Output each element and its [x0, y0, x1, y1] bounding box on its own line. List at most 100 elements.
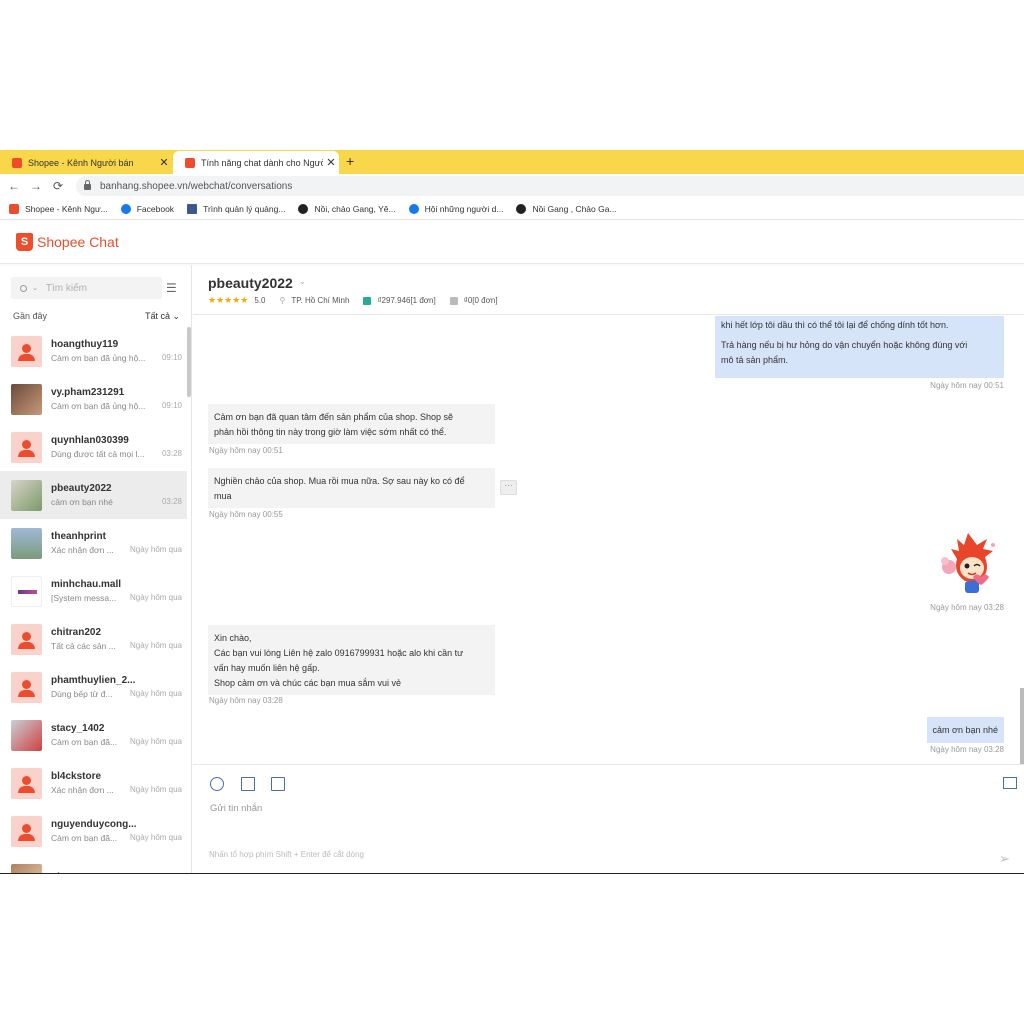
chevron-down-icon[interactable]: ⌄: [299, 277, 306, 286]
app-title: Shopee Chat: [37, 233, 119, 250]
conversation-item[interactable]: quynhlan030399 Dùng được tất cả mọi l... 0…: [0, 423, 187, 471]
avatar: [11, 671, 42, 703]
recent-label: Gần đây: [13, 311, 48, 321]
new-tab-button[interactable]: +: [346, 153, 354, 169]
bookmark-hoi-nhung-nguoi[interactable]: Hội những người d...: [408, 203, 503, 214]
conversation-time: Ngày hôm qua: [129, 833, 182, 842]
location-pin-icon: ⚲: [279, 296, 286, 305]
conversation-item[interactable]: stacy_1402 Cảm ơn bạn đã... Ngày hôm qua: [0, 711, 187, 759]
message-bubble-outgoing: cảm ơn bạn nhé: [926, 717, 1004, 743]
close-tab-icon[interactable]: ✕: [156, 156, 172, 169]
filter-list-icon[interactable]: ☰: [166, 281, 177, 295]
emoji-icon[interactable]: [210, 777, 224, 791]
browser-window: Shopee - Kênh Người bán ✕ Tính năng chat…: [0, 150, 1024, 874]
buyer-meta: ★★★★★ 5.0 ⚲ TP. Hồ Chí Minh ₫297.946[1 đ…: [208, 295, 498, 306]
avatar: [11, 863, 42, 873]
address-bar: ← → ⟳ banhang.shopee.vn/webchat/conversa…: [0, 174, 1024, 198]
bookmark-ads-manager[interactable]: Trình quản lý quảng...: [187, 203, 286, 214]
conversation-name: vy.pham231291: [51, 387, 125, 398]
sticker-image: [941, 533, 995, 593]
message-composer: Gửi tin nhắn Nhấn tổ hợp phím Shift + En…: [193, 764, 1024, 873]
avatar: [11, 335, 42, 367]
conversation-preview: Cảm ơn bạn đã ủng hộ...: [51, 353, 146, 363]
avatar: [11, 383, 42, 415]
conversation-preview: [System messa...: [51, 593, 117, 603]
conversation-preview: Dùng bếp từ đ...: [51, 689, 113, 699]
conversation-name: quynhlan030399: [51, 435, 129, 446]
avatar: [11, 623, 42, 655]
message-time: Ngày hôm nay 03:28: [930, 603, 1004, 612]
conversation-time: 03:28: [161, 497, 182, 506]
conversation-item[interactable]: theanhprint Xác nhận đơn ... Ngày hôm qua: [0, 519, 187, 567]
chat-username[interactable]: pbeauty2022: [208, 275, 293, 291]
message-list: khi hết lớp tôi dầu thì có thể tôi lại đ…: [193, 316, 1024, 764]
shopee-favicon-icon: [12, 157, 22, 168]
conversation-time: Ngày hôm qua: [129, 737, 182, 746]
conversation-name: stacy_1402: [51, 723, 105, 734]
url-input[interactable]: banhang.shopee.vn/webchat/conversations: [76, 176, 1024, 196]
conversation-item-active[interactable]: pbeauty2022 cảm ơn bạn nhé 03:28: [0, 471, 187, 519]
conversation-item[interactable]: phancuong256: [0, 855, 187, 873]
conversation-item[interactable]: nguyenduycong... Cảm ơn bạn đã... Ngày hôm…: [0, 807, 187, 855]
tab-shopee-seller[interactable]: Shopee - Kênh Người bán ✕: [0, 151, 172, 174]
conversation-time: 09:10: [161, 401, 182, 410]
conversation-preview: Tất cả các sản ...: [51, 641, 116, 651]
tab-chat-feature[interactable]: Tính năng chat dành cho Người bán ✕: [173, 151, 339, 174]
back-button[interactable]: ←: [3, 179, 25, 193]
buyer-location: TP. Hồ Chí Minh: [291, 296, 350, 305]
message-more-button[interactable]: ···: [500, 480, 517, 495]
bookmark-facebook[interactable]: Facebook: [120, 203, 174, 214]
tab-title: Shopee - Kênh Người bán: [28, 157, 134, 168]
conversation-sidebar: ⌄ Tìm kiếm ☰ Gần đây Tất cả ⌄ hoangthuy1…: [0, 265, 192, 873]
message-text: phản hồi thông tin này trong giờ làm việ…: [214, 427, 447, 437]
tab-bar: Shopee - Kênh Người bán ✕ Tính năng chat…: [0, 150, 1024, 174]
send-icon[interactable]: ➢: [999, 851, 1010, 867]
reload-button[interactable]: ⟳: [47, 179, 69, 193]
conversation-name: chitran202: [51, 627, 102, 638]
tab-title: Tính năng chat dành cho Người bán: [201, 157, 323, 168]
search-icon: [20, 284, 27, 292]
message-bubble-outgoing: khi hết lớp tôi dầu thì có thể tôi lại đ…: [715, 316, 1004, 378]
app-header: S Shopee Chat: [0, 220, 1024, 264]
conversation-item[interactable]: minhchau.mall [System messa... Ngày hôm qu…: [0, 567, 187, 615]
message-time: Ngày hôm nay 03:28: [930, 745, 1004, 754]
bookmark-noi-chao-gang[interactable]: Nồi, chảo Gang, Yê...: [298, 203, 396, 214]
conversation-time: Ngày hôm qua: [129, 545, 182, 554]
message-text: cảm ơn bạn nhé: [932, 725, 998, 735]
chat-scrollbar[interactable]: [1020, 688, 1024, 764]
close-tab-icon[interactable]: ✕: [323, 156, 339, 169]
bookmark-noi-gang[interactable]: Nồi Gang , Chảo Ga...: [516, 203, 617, 214]
image-upload-icon[interactable]: [241, 777, 255, 791]
message-time: Ngày hôm nay 00:55: [209, 510, 283, 519]
unpaid-orders-icon: [449, 296, 458, 305]
bookmark-label: Trình quản lý quảng...: [203, 203, 286, 214]
bookmark-shopee[interactable]: Shopee - Kênh Ngư...: [9, 203, 108, 214]
chat-panel: pbeauty2022 ⌄ ★★★★★ 5.0 ⚲ TP. Hồ Chí Min…: [193, 265, 1024, 873]
unpaid-orders: ₫0[0 đơn]: [463, 296, 498, 305]
avatar: [11, 479, 42, 511]
conversation-item[interactable]: vy.pham231291 Cảm ơn bạn đã ủng hộ... 09:1…: [0, 375, 187, 423]
conversation-preview: Xác nhận đơn ...: [51, 545, 114, 555]
video-upload-icon[interactable]: [271, 777, 285, 791]
conversation-time: Ngày hôm qua: [129, 641, 182, 650]
shopee-logo-icon: S: [16, 232, 33, 251]
conversation-item[interactable]: phamthuylien_2... Dùng bếp từ đ... Ngày hô…: [0, 663, 187, 711]
chevron-down-icon[interactable]: ⌄: [32, 284, 38, 292]
conversation-item[interactable]: hoangthuy119 Cảm ơn bạn đã ủng hộ... 09:10: [0, 327, 187, 375]
conversation-item[interactable]: chitran202 Tất cả các sản ... Ngày hôm qua: [0, 615, 187, 663]
conversation-name: pbeauty2022: [51, 483, 112, 494]
conversation-time: Ngày hôm qua: [129, 689, 182, 698]
shortcut-hint: Nhấn tổ hợp phím Shift + Enter để cắt dò…: [209, 850, 364, 859]
avatar: [11, 815, 42, 847]
conversation-time: 03:28: [161, 449, 182, 458]
forward-button[interactable]: →: [25, 179, 47, 193]
message-text: Xin chào,: [214, 633, 252, 643]
sidebar-scrollbar[interactable]: [187, 327, 191, 397]
rating-value: 5.0: [254, 296, 266, 305]
shopee-favicon-icon: [185, 157, 195, 168]
message-input[interactable]: Gửi tin nhắn: [210, 803, 262, 814]
quick-reply-icon[interactable]: [1003, 777, 1017, 789]
conversation-item[interactable]: bl4ckstore Xác nhận đơn ... Ngày hôm qua: [0, 759, 187, 807]
search-input[interactable]: ⌄ Tìm kiếm: [11, 277, 162, 299]
filter-all-dropdown[interactable]: Tất cả ⌄: [145, 311, 180, 322]
